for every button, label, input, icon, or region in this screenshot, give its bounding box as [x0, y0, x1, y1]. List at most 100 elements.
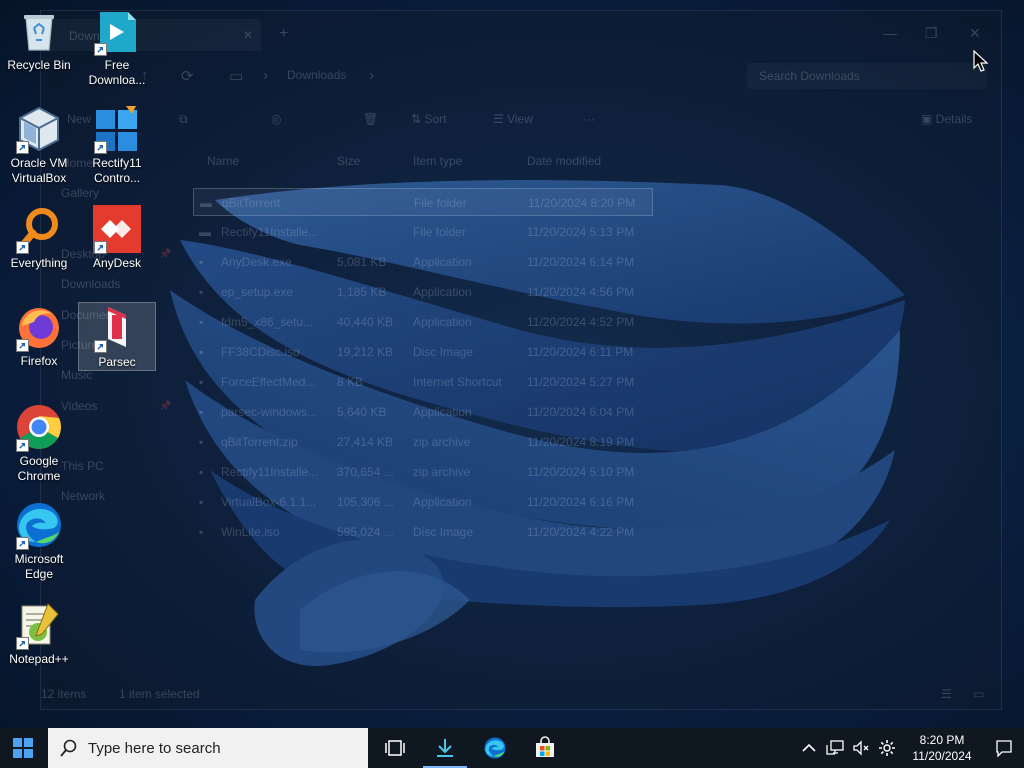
nav-item-downloads[interactable]: Downloads: [61, 277, 120, 291]
taskbar-clock[interactable]: 8:20 PM 11/20/2024: [904, 732, 980, 764]
file-name: parsec-windows...: [221, 405, 318, 419]
taskbar-download-manager[interactable]: [420, 728, 470, 768]
desktop-icon-free-download-manager[interactable]: Free Downloa...: [78, 6, 156, 88]
file-row[interactable]: ▪ WinLite.iso 595,024 ... Disc Image 11/…: [193, 518, 653, 546]
file-name: VirtualBox-6.1.1...: [221, 495, 317, 509]
shortcut-arrow-icon: [94, 340, 107, 353]
notification-icon: [996, 740, 1012, 757]
microsoft-store-icon: [536, 736, 554, 757]
task-view-button[interactable]: [370, 728, 420, 768]
file-name: ep_setup.exe: [221, 285, 294, 299]
breadcrumb-downloads[interactable]: Downloads: [287, 68, 346, 82]
download-manager-icon: [437, 739, 453, 757]
desktop-icon-google-chrome[interactable]: Google Chrome: [0, 402, 78, 484]
file-row[interactable]: ▪ fdm5_x86_setu... 40,440 KB Application…: [193, 308, 653, 336]
file-row[interactable]: ▪ qBitTorrent.zip 27,414 KB zip archive …: [193, 428, 653, 456]
file-type: Application: [413, 405, 472, 419]
refresh-icon[interactable]: ⟳: [181, 67, 194, 85]
tab-close-icon[interactable]: ✕: [243, 28, 253, 42]
file-size: 19,212 KB: [337, 345, 394, 359]
details-pane-button[interactable]: ▣ Details: [921, 112, 972, 126]
close-window-icon[interactable]: ✕: [969, 25, 981, 42]
network-button[interactable]: [822, 728, 848, 768]
desktop-icon-label: Firefox: [20, 354, 58, 368]
file-name: qBitTorrent.zip: [221, 435, 298, 449]
file-row[interactable]: ▪ Rectify11Installe... 370,654 ... zip a…: [193, 458, 653, 486]
minimize-icon[interactable]: —: [883, 25, 897, 41]
column-size[interactable]: Size: [337, 154, 360, 168]
maximize-icon[interactable]: ❐: [925, 25, 938, 42]
file-row[interactable]: ▬ Rectify11Installe... File folder 11/20…: [193, 218, 653, 246]
details-view-icon[interactable]: ☰: [941, 687, 952, 701]
file-explorer-window[interactable]: Downloads ✕ + — ❐ ✕ ↑ ⟳ ▭ › Downloads › …: [40, 10, 1002, 710]
file-name: FF38CDisc.iso: [221, 345, 300, 359]
file-date: 11/20/2024 5:10 PM: [527, 465, 635, 479]
internet-shortcut-icon: ▪: [199, 375, 204, 389]
address-bar[interactable]: ↑ ⟳ ▭ › Downloads › Search Downloads: [49, 59, 995, 91]
desktop-icon-label: Notepad++: [9, 652, 69, 666]
volume-button[interactable]: [848, 728, 874, 768]
file-date: 11/20/2024 8:20 PM: [528, 196, 636, 210]
search-downloads-input[interactable]: Search Downloads: [747, 63, 987, 89]
details-label: Details: [935, 112, 973, 126]
column-name[interactable]: Name: [207, 154, 239, 168]
file-row[interactable]: ▬ qBitTorrent File folder 11/20/2024 8:2…: [193, 188, 653, 216]
sort-button[interactable]: ⇅ Sort: [411, 112, 446, 126]
desktop-icon-microsoft-edge[interactable]: Microsoft Edge: [0, 500, 78, 582]
start-button[interactable]: [0, 728, 46, 768]
mouse-cursor-icon: [973, 50, 989, 72]
zip-archive-icon: ▪: [199, 435, 204, 449]
desktop-icon-notepad-plus-plus[interactable]: Notepad++: [0, 600, 78, 667]
application-icon: ▪: [199, 495, 204, 509]
file-date: 11/20/2024 6:04 PM: [527, 405, 635, 419]
shortcut-arrow-icon: [94, 241, 107, 254]
new-tab-icon[interactable]: +: [279, 25, 288, 43]
file-date: 11/20/2024 6:16 PM: [527, 495, 635, 509]
volume-muted-icon: [853, 740, 869, 756]
shortcut-arrow-icon: [94, 43, 107, 56]
file-row[interactable]: ▪ AnyDesk.exe 5,081 KB Application 11/20…: [193, 248, 653, 276]
desktop-icon-parsec[interactable]: Parsec: [78, 302, 156, 371]
tiles-view-icon[interactable]: ▭: [973, 687, 984, 701]
desktop-icon-label: Everything: [10, 256, 68, 270]
column-type[interactable]: Item type: [413, 154, 462, 168]
file-size: 1,185 KB: [337, 285, 387, 299]
show-hidden-icons-button[interactable]: [796, 728, 822, 768]
breadcrumb-chevron-icon[interactable]: ›: [369, 67, 374, 84]
file-size: 595,024 ...: [337, 525, 394, 539]
taskbar-microsoft-store[interactable]: [520, 728, 570, 768]
everything-icon: [14, 204, 64, 254]
nav-item-gallery[interactable]: Gallery: [61, 186, 99, 200]
desktop-icon-firefox[interactable]: Firefox: [0, 302, 78, 369]
desktop-icon-virtualbox[interactable]: Oracle VM VirtualBox: [0, 104, 78, 186]
file-date: 11/20/2024 4:56 PM: [527, 285, 635, 299]
action-center-button[interactable]: [984, 728, 1024, 768]
file-type: File folder: [413, 225, 466, 239]
file-row[interactable]: ▪ ForceEffectMed... 8 KB Internet Shortc…: [193, 368, 653, 396]
cut-icon[interactable]: ⧉: [179, 112, 188, 127]
desktop-icon-label: Free Downloa...: [88, 58, 146, 87]
file-date: 11/20/2024 6:14 PM: [527, 255, 635, 269]
taskbar-search-box[interactable]: Type here to search: [48, 728, 368, 768]
free-download-manager-icon: [92, 6, 142, 56]
desktop-icon-recycle-bin[interactable]: Recycle Bin: [0, 6, 78, 73]
taskbar-edge[interactable]: [470, 728, 520, 768]
column-date[interactable]: Date modified: [527, 154, 601, 168]
share-icon[interactable]: ◎: [271, 112, 281, 126]
desktop-icon-everything[interactable]: Everything: [0, 204, 78, 271]
desktop-icon-anydesk[interactable]: AnyDesk: [78, 204, 156, 271]
file-size: 5,640 KB: [337, 405, 387, 419]
file-type: File folder: [414, 196, 467, 210]
view-button[interactable]: ☰ View: [493, 112, 533, 126]
chrome-icon: [14, 402, 64, 452]
file-row[interactable]: ▪ VirtualBox-6.1.1... 105,306 ... Applic…: [193, 488, 653, 516]
more-options-button[interactable]: ···: [583, 112, 595, 126]
delete-icon[interactable]: 🗑: [363, 112, 378, 126]
file-row[interactable]: ▪ FF38CDisc.iso 19,212 KB Disc Image 11/…: [193, 338, 653, 366]
file-row[interactable]: ▪ parsec-windows... 5,640 KB Application…: [193, 398, 653, 426]
settings-button[interactable]: [874, 728, 900, 768]
file-row[interactable]: ▪ ep_setup.exe 1,185 KB Application 11/2…: [193, 278, 653, 306]
desktop-icon-label: Recycle Bin: [7, 58, 71, 72]
desktop-icon-rectify11[interactable]: Rectify11 Contro...: [78, 104, 156, 186]
file-type: Disc Image: [413, 525, 474, 539]
